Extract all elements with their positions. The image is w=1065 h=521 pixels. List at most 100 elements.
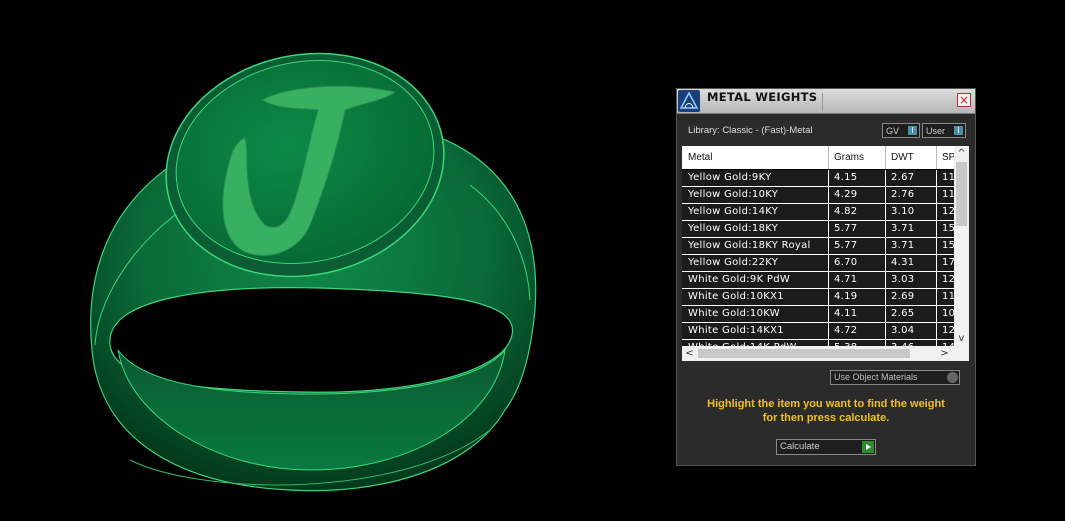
title-divider bbox=[822, 93, 823, 111]
column-header-sp[interactable]: SP bbox=[942, 152, 954, 163]
column-divider bbox=[936, 204, 937, 220]
metal-cell: Yellow Gold:10KY bbox=[688, 189, 779, 200]
table-row[interactable]: Yellow Gold:22KY 6.70 4.31 17 bbox=[682, 255, 954, 272]
dwt-cell: 2.76 bbox=[891, 189, 915, 200]
column-header-metal[interactable]: Metal bbox=[688, 152, 712, 163]
library-label: Library: Classic - (Fast)-Metal bbox=[688, 125, 813, 136]
metal-weights-panel: METAL WEIGHTS × Library: Classic - (Fast… bbox=[676, 88, 976, 466]
play-icon bbox=[862, 441, 874, 453]
table-row[interactable]: White Gold:10KW 4.11 2.65 10 bbox=[682, 306, 954, 323]
ring-model bbox=[90, 52, 537, 492]
column-divider bbox=[885, 187, 886, 203]
user-toggle[interactable]: User I bbox=[922, 123, 966, 138]
column-divider bbox=[828, 238, 829, 254]
user-toggle-label: User bbox=[926, 126, 946, 136]
column-divider bbox=[936, 221, 937, 237]
column-header-grams[interactable]: Grams bbox=[834, 152, 864, 163]
table-row[interactable]: Yellow Gold:9KY 4.15 2.67 11 bbox=[682, 170, 954, 187]
grams-cell: 5.77 bbox=[834, 223, 858, 234]
column-divider bbox=[885, 306, 886, 322]
metal-cell: White Gold:14KX1 bbox=[688, 325, 784, 336]
metal-cell: White Gold:9K PdW bbox=[688, 274, 791, 285]
column-header-dwt[interactable]: DWT bbox=[891, 152, 914, 163]
user-toggle-icon: I bbox=[954, 126, 963, 135]
column-divider bbox=[828, 306, 829, 322]
app-logo-icon bbox=[678, 90, 700, 112]
sp-cell: 11 bbox=[942, 291, 954, 302]
column-divider bbox=[936, 272, 937, 288]
calculate-button[interactable]: Calculate bbox=[776, 439, 876, 455]
column-divider bbox=[885, 255, 886, 271]
gv-toggle-icon: I bbox=[908, 126, 917, 135]
vertical-scroll-thumb[interactable] bbox=[956, 162, 967, 226]
dwt-cell: 3.10 bbox=[891, 206, 915, 217]
metal-cell: Yellow Gold:18KY Royal bbox=[688, 240, 811, 251]
table-row[interactable]: White Gold:14KX1 4.72 3.04 12 bbox=[682, 323, 954, 340]
grams-cell: 4.29 bbox=[834, 189, 858, 200]
column-divider bbox=[828, 221, 829, 237]
table-row[interactable]: White Gold:9K PdW 4.71 3.03 12 bbox=[682, 272, 954, 289]
sp-cell: 15 bbox=[942, 223, 954, 234]
table-header: Metal Grams DWT SP bbox=[682, 146, 954, 170]
dropdown-knob-icon bbox=[947, 372, 958, 383]
dwt-cell: 3.71 bbox=[891, 223, 915, 234]
grams-cell: 4.15 bbox=[834, 172, 858, 183]
scroll-up-icon[interactable]: ^ bbox=[954, 146, 969, 161]
column-divider bbox=[885, 170, 886, 186]
horizontal-scrollbar[interactable]: < > bbox=[682, 346, 969, 361]
panel-title: METAL WEIGHTS bbox=[707, 90, 818, 104]
grams-cell: 4.82 bbox=[834, 206, 858, 217]
sp-cell: 12 bbox=[942, 274, 954, 285]
dwt-cell: 3.03 bbox=[891, 274, 915, 285]
calculate-label: Calculate bbox=[780, 441, 820, 452]
table-row[interactable]: Yellow Gold:18KY 5.77 3.71 15 bbox=[682, 221, 954, 238]
use-object-materials-dropdown[interactable]: Use Object Materials bbox=[830, 370, 960, 385]
sp-cell: 10 bbox=[942, 308, 954, 319]
column-divider bbox=[936, 187, 937, 203]
instruction-text: Highlight the item you want to find the … bbox=[677, 397, 975, 425]
dwt-cell: 4.31 bbox=[891, 257, 915, 268]
column-divider bbox=[885, 272, 886, 288]
table-row[interactable]: Yellow Gold:18KY Royal 5.77 3.71 15 bbox=[682, 238, 954, 255]
3d-viewport[interactable] bbox=[0, 0, 660, 517]
metal-cell: White Gold:10KW bbox=[688, 308, 780, 319]
dwt-cell: 2.65 bbox=[891, 308, 915, 319]
vertical-scrollbar[interactable]: ^ v bbox=[954, 146, 969, 346]
grams-cell: 5.77 bbox=[834, 240, 858, 251]
column-divider bbox=[885, 323, 886, 339]
grams-cell: 4.71 bbox=[834, 274, 858, 285]
table-row[interactable]: Yellow Gold:10KY 4.29 2.76 11 bbox=[682, 187, 954, 204]
column-divider bbox=[828, 289, 829, 305]
metal-cell: Yellow Gold:18KY bbox=[688, 223, 779, 234]
sp-cell: 17 bbox=[942, 257, 954, 268]
metal-cell: Yellow Gold:22KY bbox=[688, 257, 779, 268]
grams-cell: 4.72 bbox=[834, 325, 858, 336]
sp-cell: 11 bbox=[942, 189, 954, 200]
scroll-down-icon[interactable]: v bbox=[954, 331, 969, 346]
column-divider bbox=[936, 289, 937, 305]
column-divider bbox=[828, 255, 829, 271]
column-divider bbox=[828, 204, 829, 220]
close-button[interactable]: × bbox=[957, 93, 971, 107]
metal-cell: Yellow Gold:14KY bbox=[688, 206, 779, 217]
metal-cell: Yellow Gold:9KY bbox=[688, 172, 772, 183]
grams-cell: 6.70 bbox=[834, 257, 858, 268]
table-row[interactable]: Yellow Gold:14KY 4.82 3.10 12 bbox=[682, 204, 954, 221]
grams-cell: 4.11 bbox=[834, 308, 858, 319]
panel-titlebar[interactable]: METAL WEIGHTS × bbox=[677, 89, 975, 114]
sp-cell: 15 bbox=[942, 240, 954, 251]
dwt-cell: 2.67 bbox=[891, 172, 915, 183]
scroll-left-icon[interactable]: < bbox=[682, 346, 697, 361]
column-divider bbox=[828, 272, 829, 288]
instruction-line-2: for then press calculate. bbox=[762, 412, 890, 424]
dwt-cell: 3.71 bbox=[891, 240, 915, 251]
metal-table: Metal Grams DWT SP Yellow Gold:9KY 4.15 2.… bbox=[682, 146, 969, 361]
gv-toggle-label: GV bbox=[886, 126, 900, 136]
grams-cell: 4.19 bbox=[834, 291, 858, 302]
gv-toggle[interactable]: GV I bbox=[882, 123, 920, 138]
horizontal-scroll-thumb[interactable] bbox=[698, 349, 910, 358]
dwt-cell: 2.69 bbox=[891, 291, 915, 302]
table-row[interactable]: White Gold:10KX1 4.19 2.69 11 bbox=[682, 289, 954, 306]
column-divider bbox=[828, 323, 829, 339]
scroll-right-icon[interactable]: > bbox=[937, 346, 952, 361]
